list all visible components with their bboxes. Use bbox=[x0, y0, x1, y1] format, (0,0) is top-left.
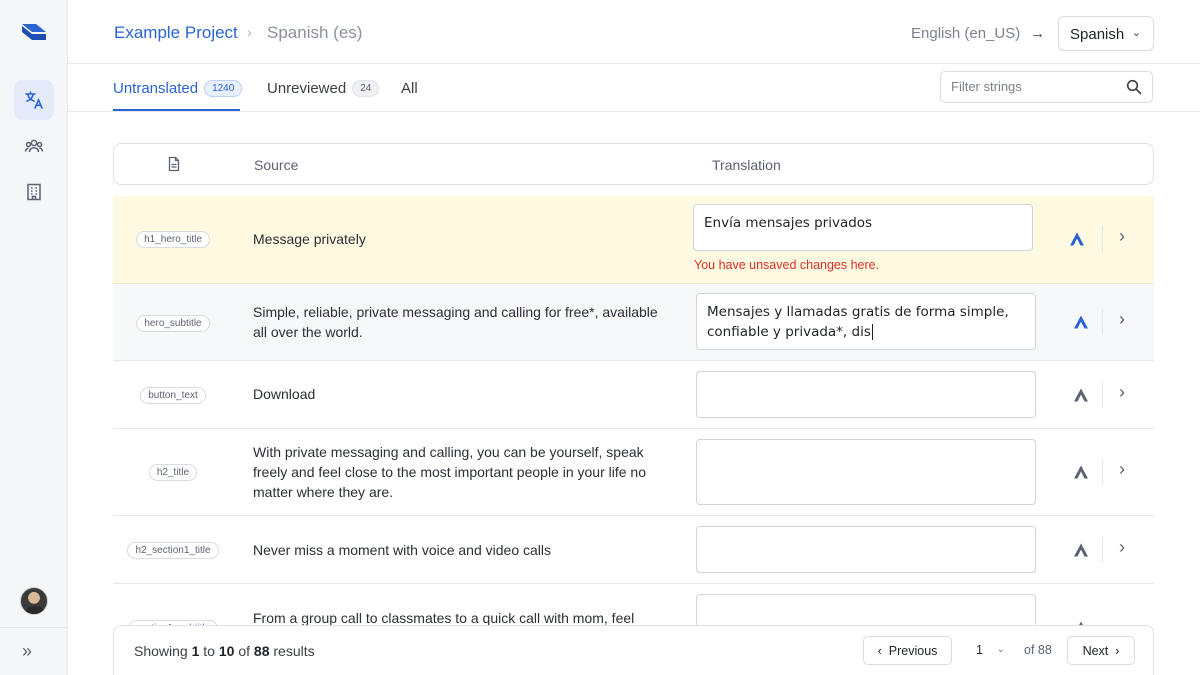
pagination-footer: Showing 1 to 10 of 88 results ‹ Previous… bbox=[113, 625, 1154, 675]
app-logo-icon[interactable] bbox=[20, 20, 48, 44]
results-summary: Showing 1 to 10 of 88 results bbox=[134, 643, 315, 659]
target-language-value: Spanish bbox=[1070, 26, 1125, 43]
filter-placeholder: Filter strings bbox=[951, 79, 1022, 94]
active-tab-indicator bbox=[113, 109, 240, 111]
table-row: button_text Download › bbox=[113, 361, 1154, 429]
source-text: From a group call to classmates to a qui… bbox=[253, 610, 635, 626]
expand-sidebar-icon[interactable]: » bbox=[22, 641, 32, 661]
string-key: h2_section1_title bbox=[113, 542, 233, 559]
source-text: With private messaging and calling, you … bbox=[253, 444, 646, 500]
tab-label: Untranslated bbox=[113, 80, 199, 97]
table-header: Source Translation bbox=[113, 143, 1154, 185]
row-divider bbox=[1102, 226, 1103, 252]
filter-strings-input[interactable]: Filter strings bbox=[940, 71, 1153, 103]
translation-input[interactable] bbox=[696, 526, 1036, 573]
tab-untranslated[interactable]: Untranslated 1240 bbox=[113, 80, 243, 97]
translation-input[interactable]: Envía mensajes privados bbox=[693, 204, 1033, 251]
top-header: Example Project › Spanish (es) English (… bbox=[68, 0, 1200, 64]
translation-input[interactable] bbox=[696, 371, 1036, 418]
previous-page-button[interactable]: ‹ Previous bbox=[863, 636, 952, 665]
source-text: Never miss a moment with voice and video… bbox=[253, 542, 552, 558]
next-page-button[interactable]: Next › bbox=[1067, 636, 1135, 665]
translation-input[interactable] bbox=[696, 439, 1036, 505]
source-column-header: Source bbox=[254, 157, 299, 173]
machine-translate-icon[interactable] bbox=[1073, 387, 1089, 403]
tab-label: Unreviewed bbox=[267, 80, 347, 97]
tab-all[interactable]: All bbox=[401, 80, 418, 97]
search-icon[interactable] bbox=[1126, 79, 1142, 95]
string-key: hero_subtitle bbox=[113, 315, 233, 332]
chevron-right-icon: › bbox=[1115, 643, 1120, 658]
row-divider bbox=[1102, 459, 1103, 485]
table-row: h2_title With private messaging and call… bbox=[113, 429, 1154, 516]
app: » Example Project › Spanish (es) English… bbox=[0, 0, 1200, 675]
unreviewed-count-badge: 24 bbox=[352, 80, 380, 97]
breadcrumb-project[interactable]: Example Project bbox=[114, 23, 238, 43]
user-avatar[interactable] bbox=[20, 587, 48, 615]
document-icon bbox=[168, 156, 180, 172]
table-row: h1_hero_title Message privately Envía me… bbox=[113, 196, 1154, 284]
string-key: h2_title bbox=[113, 464, 233, 481]
row-divider bbox=[1102, 382, 1103, 408]
untranslated-count-badge: 1240 bbox=[204, 80, 243, 97]
table-row: hero_subtitle Simple, reliable, private … bbox=[113, 284, 1154, 361]
row-divider bbox=[1102, 309, 1103, 335]
sidebar-divider bbox=[0, 627, 68, 628]
sidebar-item-team[interactable] bbox=[14, 126, 54, 166]
chevron-down-icon: ⌄ bbox=[1131, 27, 1141, 39]
string-key: h1_hero_title bbox=[113, 231, 233, 248]
machine-translate-icon[interactable] bbox=[1073, 542, 1089, 558]
chevron-down-icon[interactable]: ⌄ bbox=[997, 644, 1005, 655]
row-expand-chevron-icon[interactable]: › bbox=[1119, 309, 1125, 330]
arrow-right-icon: → bbox=[1030, 25, 1045, 42]
source-text: Simple, reliable, private messaging and … bbox=[253, 304, 658, 340]
sidebar: » bbox=[0, 0, 68, 675]
table-row: section1_subtitle From a group call to c… bbox=[113, 584, 1154, 626]
tab-label: All bbox=[401, 80, 418, 97]
translation-column-header: Translation bbox=[712, 157, 781, 173]
breadcrumb-chevron-icon: › bbox=[247, 24, 252, 40]
source-text: Message privately bbox=[253, 231, 366, 247]
machine-translate-icon[interactable] bbox=[1073, 464, 1089, 480]
row-expand-chevron-icon[interactable]: › bbox=[1119, 226, 1125, 247]
source-language: English (en_US) bbox=[911, 25, 1021, 42]
sidebar-item-translate[interactable] bbox=[14, 80, 54, 120]
target-language-select[interactable]: Spanish ⌄ bbox=[1058, 16, 1154, 51]
machine-translate-icon[interactable] bbox=[1069, 231, 1085, 247]
building-icon bbox=[27, 183, 41, 201]
tab-unreviewed[interactable]: Unreviewed 24 bbox=[267, 80, 380, 97]
string-key: button_text bbox=[113, 387, 233, 404]
users-icon bbox=[24, 139, 44, 153]
chevron-left-icon: ‹ bbox=[877, 643, 882, 658]
source-text: Download bbox=[253, 386, 316, 402]
breadcrumb-language: Spanish (es) bbox=[267, 23, 363, 42]
sidebar-item-organization[interactable] bbox=[14, 172, 54, 212]
tab-bar: Untranslated 1240 Unreviewed 24 All Filt… bbox=[68, 64, 1200, 112]
translate-icon bbox=[25, 91, 43, 109]
translation-input[interactable]: Mensajes y llamadas gratis de forma simp… bbox=[696, 293, 1036, 350]
row-expand-chevron-icon[interactable]: › bbox=[1119, 537, 1125, 558]
row-divider bbox=[1102, 537, 1103, 563]
table-row: h2_section1_title Never miss a moment wi… bbox=[113, 516, 1154, 584]
translation-input[interactable] bbox=[696, 594, 1036, 626]
unsaved-changes-warning: You have unsaved changes here. bbox=[694, 258, 880, 272]
page-count: of 88 bbox=[1024, 643, 1052, 657]
row-expand-chevron-icon[interactable]: › bbox=[1119, 382, 1125, 403]
page-select[interactable]: 1 bbox=[976, 643, 983, 657]
row-expand-chevron-icon[interactable]: › bbox=[1119, 459, 1125, 480]
machine-translate-icon[interactable] bbox=[1073, 314, 1089, 330]
